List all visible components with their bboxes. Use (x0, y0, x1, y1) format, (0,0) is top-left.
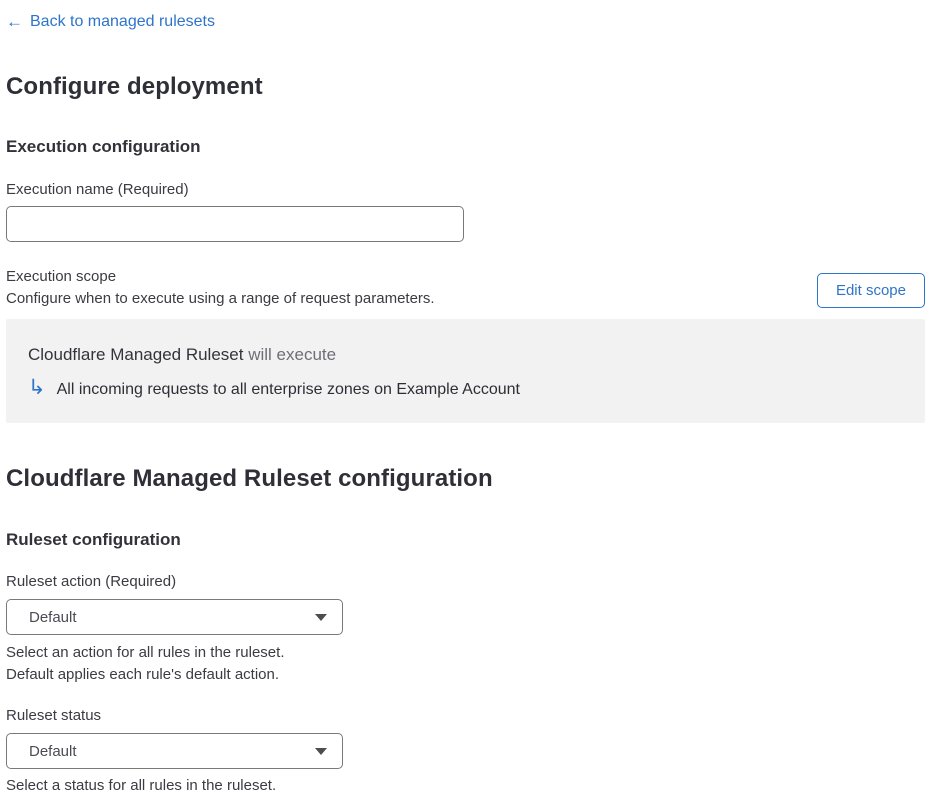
ruleset-configuration-heading: Ruleset configuration (6, 530, 181, 549)
chevron-down-icon (315, 747, 327, 755)
summary-ruleset-name: Cloudflare Managed Ruleset (28, 345, 244, 364)
ruleset-status-select[interactable]: Default (6, 733, 343, 769)
ruleset-status-label: Ruleset status (6, 707, 102, 724)
ruleset-action-select[interactable]: Default (6, 599, 343, 635)
execution-name-input[interactable] (6, 206, 464, 242)
back-link-label: Back to managed rulesets (30, 13, 215, 30)
execution-scope-description: Configure when to execute using a range … (6, 290, 435, 307)
chevron-down-icon (315, 613, 327, 621)
ruleset-status-help-line1: Select a status for all rules in the rul… (6, 777, 277, 793)
execution-scope-row: Execution scope Configure when to execut… (6, 266, 925, 310)
execution-configuration-heading: Execution configuration (6, 137, 201, 156)
execution-scope-text-block: Execution scope Configure when to execut… (6, 266, 435, 310)
ruleset-action-help-line2: Default applies each rule's default acti… (6, 666, 280, 683)
ruleset-action-help-line1: Select an action for all rules in the ru… (6, 644, 285, 661)
ruleset-status-selected-value: Default (29, 742, 77, 760)
branch-arrow-icon: ↳ (28, 375, 46, 399)
ruleset-action-label: Ruleset action (Required) (6, 573, 177, 590)
summary-will-execute-text: will execute (248, 345, 337, 364)
back-arrow-icon: ← (6, 12, 23, 31)
edit-scope-button[interactable]: Edit scope (816, 273, 925, 308)
page-title: Configure deployment (6, 73, 263, 100)
ruleset-action-selected-value: Default (29, 608, 77, 626)
summary-scope-text: All incoming requests to all enterprise … (56, 381, 520, 398)
configure-deployment-page: ← Back to managed rulesets Configure dep… (0, 0, 931, 793)
execution-summary-panel: Cloudflare Managed Ruleset will execute … (6, 319, 925, 423)
execution-scope-label: Execution scope (6, 268, 117, 285)
ruleset-configuration-page-title: Cloudflare Managed Ruleset configuration (6, 465, 493, 492)
execution-name-label: Execution name (Required) (6, 181, 189, 198)
execution-summary-headline: Cloudflare Managed Ruleset will execute (28, 344, 903, 365)
execution-summary-scope-line: ↳ All incoming requests to all enterpris… (28, 375, 903, 402)
back-to-managed-rulesets-link[interactable]: ← Back to managed rulesets (6, 12, 215, 31)
